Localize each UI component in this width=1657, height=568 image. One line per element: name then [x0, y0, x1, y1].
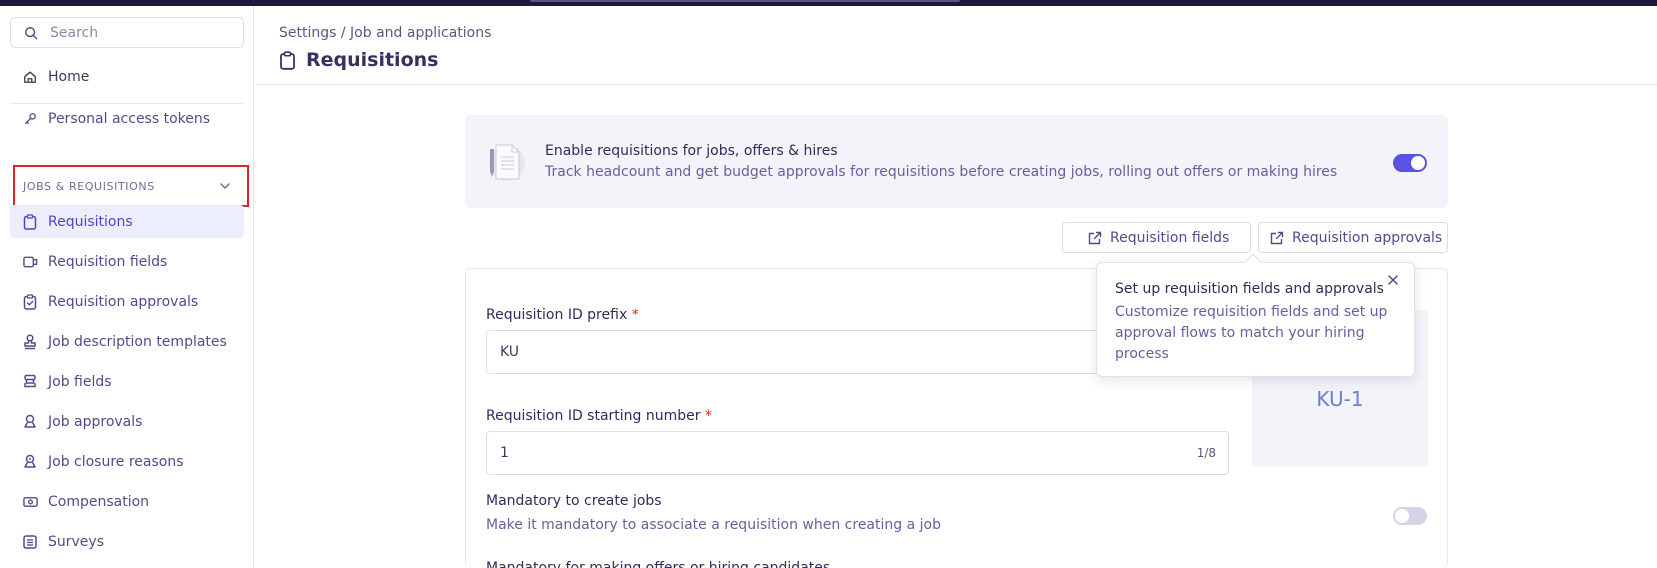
- search-box[interactable]: [10, 17, 244, 48]
- sidebar: Home Personal access tokens JOBS & REQUI…: [0, 6, 254, 568]
- tooltip-arrow: [1244, 253, 1262, 271]
- toggle-knob: [1395, 509, 1409, 523]
- chevron-down-icon: [220, 183, 230, 189]
- mandatory-offers-title: Mandatory for making offers or hiring ca…: [486, 560, 831, 568]
- stamp-icon: [22, 333, 38, 350]
- tooltip-description: Customize requisition fields and set up …: [1115, 304, 1388, 362]
- requisition-fields-label: Requisition fields: [1110, 229, 1230, 246]
- mandatory-jobs-title: Mandatory to create jobs: [486, 493, 662, 509]
- key-icon: [22, 111, 38, 127]
- required-mark: *: [704, 408, 712, 424]
- search-icon: [25, 26, 38, 39]
- requisition-fields-button[interactable]: Requisition fields: [1062, 222, 1251, 253]
- sidebar-item-requisitions[interactable]: Requisitions: [10, 205, 244, 238]
- starting-number-label-text: Requisition ID starting number: [486, 408, 701, 424]
- prefix-label: Requisition ID prefix *: [486, 307, 639, 323]
- sidebar-item-home[interactable]: Home: [10, 60, 244, 93]
- top-bar-pill: [530, 0, 960, 2]
- prefix-label-text: Requisition ID prefix: [486, 307, 628, 323]
- starting-number-label: Requisition ID starting number *: [486, 408, 712, 424]
- section-header-jobs-requisitions[interactable]: JOBS & REQUISITIONS: [13, 165, 249, 207]
- closure-icon: [22, 454, 38, 470]
- character-counter: 1/8: [1196, 446, 1216, 460]
- sidebar-item-job-approvals[interactable]: Job approvals: [10, 405, 244, 438]
- page-title: Requisitions: [279, 49, 438, 71]
- sidebar-item-job-fields[interactable]: Job fields: [10, 365, 244, 398]
- clipboard-icon: [22, 213, 38, 230]
- tooltip-title: Set up requisition fields and approvals: [1115, 281, 1384, 297]
- sidebar-item-label: Job closure reasons: [48, 453, 184, 470]
- mandatory-jobs-toggle[interactable]: [1393, 507, 1427, 525]
- toggle-knob: [1411, 156, 1425, 170]
- breadcrumb[interactable]: Settings / Job and applications: [279, 25, 491, 41]
- banner-description: Track headcount and get budget approvals…: [545, 164, 1338, 180]
- header-divider: [255, 84, 1657, 85]
- mandatory-jobs-description: Make it mandatory to associate a requisi…: [486, 517, 941, 533]
- sidebar-item-label: Job fields: [48, 373, 112, 390]
- sidebar-item-job-closure-reasons[interactable]: Job closure reasons: [10, 445, 244, 478]
- sidebar-item-label: Requisition approvals: [48, 293, 199, 310]
- sidebar-item-requisition-approvals[interactable]: Requisition approvals: [10, 285, 244, 318]
- document-illustration-icon: [489, 144, 525, 181]
- close-icon[interactable]: [1386, 273, 1400, 287]
- setup-tooltip: Set up requisition fields and approvals …: [1096, 253, 1415, 377]
- money-icon: [22, 494, 38, 510]
- sidebar-item-compensation[interactable]: Compensation: [10, 485, 244, 518]
- field-tag-icon: [22, 254, 38, 270]
- banner-title: Enable requisitions for jobs, offers & h…: [545, 143, 838, 159]
- external-link-icon: [1088, 231, 1102, 244]
- preview-value: KU-1: [1316, 387, 1364, 411]
- sidebar-item-requisition-fields[interactable]: Requisition fields: [10, 245, 244, 278]
- prefix-input-value: KU: [500, 344, 520, 360]
- sidebar-item-label: Job approvals: [48, 413, 143, 430]
- sidebar-item-label: Home: [48, 68, 90, 85]
- enable-requisitions-banner: Enable requisitions for jobs, offers & h…: [465, 115, 1448, 208]
- sidebar-item-label: Requisition fields: [48, 253, 168, 270]
- sidebar-item-surveys[interactable]: Surveys: [10, 525, 244, 558]
- enable-requisitions-toggle[interactable]: [1393, 154, 1427, 172]
- starting-number-input[interactable]: 1 1/8: [486, 431, 1229, 475]
- starting-number-value: 1: [500, 445, 509, 461]
- required-mark: *: [631, 307, 639, 323]
- sidebar-item-label: Requisitions: [48, 213, 133, 230]
- section-header-label: JOBS & REQUISITIONS: [23, 179, 155, 193]
- sidebar-item-label: Compensation: [48, 493, 150, 510]
- home-icon: [22, 69, 38, 85]
- page-title-text: Requisitions: [306, 49, 439, 71]
- list-icon: [22, 534, 38, 550]
- stack-icon: [22, 374, 38, 390]
- external-link-icon: [1270, 231, 1284, 244]
- sidebar-divider: [10, 103, 244, 104]
- sidebar-item-label: Job description templates: [48, 333, 227, 350]
- approval-stamp-icon: [22, 414, 38, 430]
- sidebar-item-job-description-templates[interactable]: Job description templates: [10, 325, 244, 358]
- sidebar-item-label: Surveys: [48, 533, 104, 550]
- sidebar-item-personal-access-tokens[interactable]: Personal access tokens: [10, 105, 244, 133]
- clipboard-check-icon: [22, 293, 38, 310]
- clipboard-icon: [280, 50, 295, 70]
- sidebar-item-label: Personal access tokens: [48, 111, 211, 127]
- requisition-approvals-button[interactable]: Requisition approvals: [1258, 222, 1448, 253]
- requisition-approvals-label: Requisition approvals: [1292, 229, 1443, 246]
- search-input[interactable]: [50, 24, 220, 41]
